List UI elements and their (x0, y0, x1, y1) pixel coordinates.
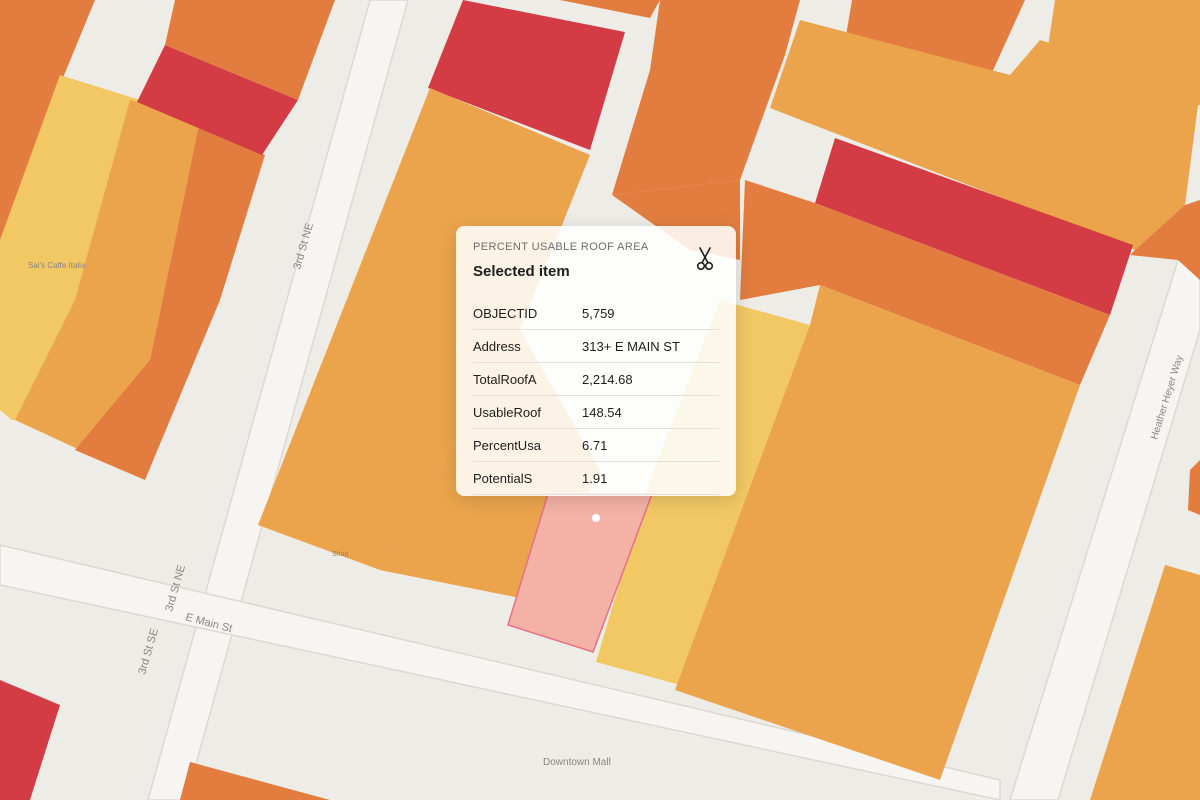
scissors-icon (696, 247, 714, 271)
selected-item-title: Selected item (473, 263, 570, 280)
attribute-key: PercentUsa (473, 428, 582, 462)
attribute-key: TotalRoofA (473, 362, 582, 396)
selected-point-marker (592, 514, 600, 522)
layer-title: PERCENT USABLE ROOF AREA (473, 241, 649, 253)
attribute-value: 313+ E MAIN ST (582, 329, 719, 363)
attribute-key: Address (473, 329, 582, 363)
attribute-value: 2,214.68 (582, 362, 719, 396)
attribute-row: TotalRoofA 2,214.68 (473, 362, 719, 396)
attribute-row: OBJECTID 5,759 (473, 297, 719, 330)
attribute-row: Address 313+ E MAIN ST (473, 329, 719, 363)
poi-label: Shop (332, 551, 348, 558)
attribute-key: OBJECTID (473, 297, 582, 330)
attribute-row: PercentUsa 6.71 (473, 428, 719, 462)
attribute-row: PotentialS 1.91 (473, 461, 719, 495)
scissors-button[interactable] (692, 246, 718, 272)
attribute-table: OBJECTID 5,759 Address 313+ E MAIN ST TotalR… (473, 297, 719, 495)
attribute-value: 1.91 (582, 461, 719, 495)
attribute-value: 148.54 (582, 395, 719, 429)
poi-label: Downtown Mall (543, 757, 611, 768)
attribute-row: UsableRoof 148.54 (473, 395, 719, 429)
selected-item-popup: PERCENT USABLE ROOF AREA Selected item O… (456, 226, 736, 496)
attribute-key: PotentialS (473, 461, 582, 495)
attribute-value: 5,759 (582, 297, 719, 330)
attribute-value: 6.71 (582, 428, 719, 462)
poi-label: Sal's Caffe Italia (28, 261, 86, 270)
attribute-key: UsableRoof (473, 395, 582, 429)
